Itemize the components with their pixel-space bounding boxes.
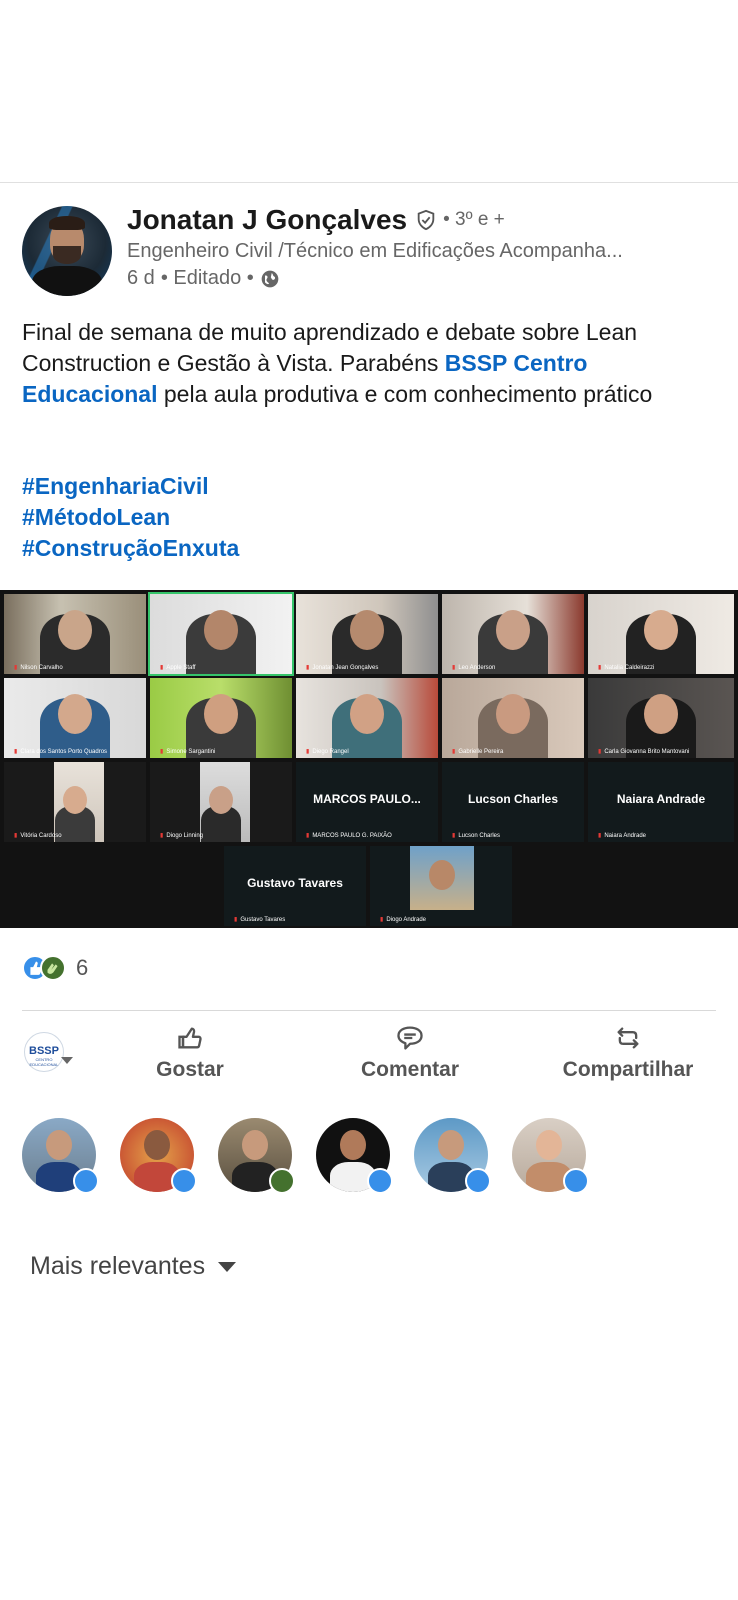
sort-label: Mais relevantes [30,1252,206,1280]
comment-icon [397,1026,423,1050]
comment-button-label: Comentar [360,1058,460,1081]
divider [22,1010,716,1011]
caret-down-icon [218,1261,237,1272]
participant-tile: Naiara Andrade Naiara Andrade [588,762,734,842]
like-badge-icon [465,1168,491,1194]
like-badge-icon [563,1168,589,1194]
reaction-count: 6 [76,955,89,980]
globe-icon [261,270,279,287]
comment-sort-dropdown[interactable]: Mais relevantes [30,1252,237,1281]
top-blank-area [0,0,738,183]
comment-button[interactable]: Comentar [350,1024,470,1082]
participant-label: Diogo Linning [160,832,203,839]
like-badge-icon [171,1168,197,1194]
post-header: Jonatan J Gonçalves • 3º e + Engenheiro … [0,200,738,300]
author-name[interactable]: Jonatan J Gonçalves [127,204,407,236]
share-button-label: Compartilhar [562,1058,694,1081]
participant-label: Jonatan Jean Gonçalves [306,664,378,671]
company-logo-subtext: CENTRO EDUCACIONAL [29,1057,59,1067]
participant-label: Leo Anderson [452,664,495,671]
participant-tile: Simone Sargantini [150,678,292,758]
participant-label: Simone Sargantini [160,748,215,755]
company-logo-selector[interactable]: BSSP CENTRO EDUCACIONAL [24,1032,64,1072]
participant-label: Natalia Caldeirazzi [598,664,654,671]
participant-display-name: Naiara Andrade [616,792,706,806]
participant-label: Diogo Andrade [380,916,426,923]
participant-label: Naiara Andrade [598,832,646,839]
participant-tile: Jonatan Jean Gonçalves [296,594,438,674]
participant-label: Nilson Carvalho [14,664,62,671]
hashtag-list: #EngenhariaCivil #MétodoLean #Construção… [22,471,239,564]
participant-label: Apple Staff [160,664,195,671]
hashtag-link[interactable]: #MétodoLean [22,502,239,533]
thumbs-up-icon [178,1027,202,1049]
participant-tile: Natalia Caldeirazzi [588,594,734,674]
participant-label: Gustavo Tavares [234,916,285,923]
verified-shield-icon [417,209,435,231]
participant-tile: Leo Anderson [442,594,584,674]
post-text-part2: pela aula produtiva e com conhecimento p… [157,381,653,407]
post-meta: 6 d • Editado • [127,267,280,290]
participant-tile: Gabrielle Pereira [442,678,584,758]
like-button[interactable]: Gostar [145,1024,235,1082]
participant-tile: Diogo Andrade [370,846,512,926]
participant-tile: MARCOS PAULO... MARCOS PAULO G. PAIXÃO [296,762,438,842]
hashtag-link[interactable]: #ConstruçãoEnxuta [22,533,239,564]
participant-display-name: Gustavo Tavares [247,876,343,890]
post-image-video-call[interactable]: Nilson Carvalho Apple Staff Jonatan Jean… [0,590,738,928]
participant-label: Carla Giovanna Brito Mantovani [598,748,689,755]
post-body: Final de semana de muito aprendizado e d… [22,317,722,410]
clap-badge-icon [269,1168,295,1194]
participant-tile: Lucson Charles Lucson Charles [442,762,584,842]
participant-tile: Vitória Cardoso [4,762,146,842]
participant-display-name: Lucson Charles [467,792,559,806]
author-avatar[interactable] [22,206,112,296]
like-badge-icon [73,1168,99,1194]
post-edited: • Editado • [160,267,254,289]
post-actions-bar: BSSP CENTRO EDUCACIONAL Gostar Comentar … [0,1018,738,1088]
reactions-summary[interactable]: 6 [22,955,88,981]
participant-label: Vitória Cardoso [14,832,61,839]
participant-tile: Apple Staff [148,592,294,676]
participant-label: Gabrielle Pereira [452,748,503,755]
like-badge-icon [367,1168,393,1194]
post-time: 6 d [127,267,155,289]
participant-tile: Carla Giovanna Brito Mantovani [588,678,734,758]
participant-tile: Diogo Linning [150,762,292,842]
participant-display-name: MARCOS PAULO... [313,792,421,806]
like-button-label: Gostar [156,1058,224,1081]
participant-tile: Gustavo Tavares Gustavo Tavares [224,846,366,926]
connection-degree: • 3º e + [443,209,505,230]
participant-tile: Clara dos Santos Porto Quadros [4,678,146,758]
chevron-down-icon[interactable] [60,1056,74,1066]
participant-tile: Diego Rangel [296,678,438,758]
share-button[interactable]: Compartilhar [553,1024,703,1082]
participant-label: Lucson Charles [452,832,500,839]
company-logo-text: BSSP [29,1045,59,1057]
clap-icon [40,955,66,981]
participant-label: Diego Rangel [306,748,348,755]
author-headline: Engenheiro Civil /Técnico em Edificações… [127,240,623,262]
participant-tile: Nilson Carvalho [4,594,146,674]
author-name-line: Jonatan J Gonçalves • 3º e + [127,204,505,236]
participant-label: MARCOS PAULO G. PAIXÃO [306,832,391,839]
repost-icon [617,1027,639,1049]
participant-label: Clara dos Santos Porto Quadros [14,748,107,755]
hashtag-link[interactable]: #EngenhariaCivil [22,471,239,502]
